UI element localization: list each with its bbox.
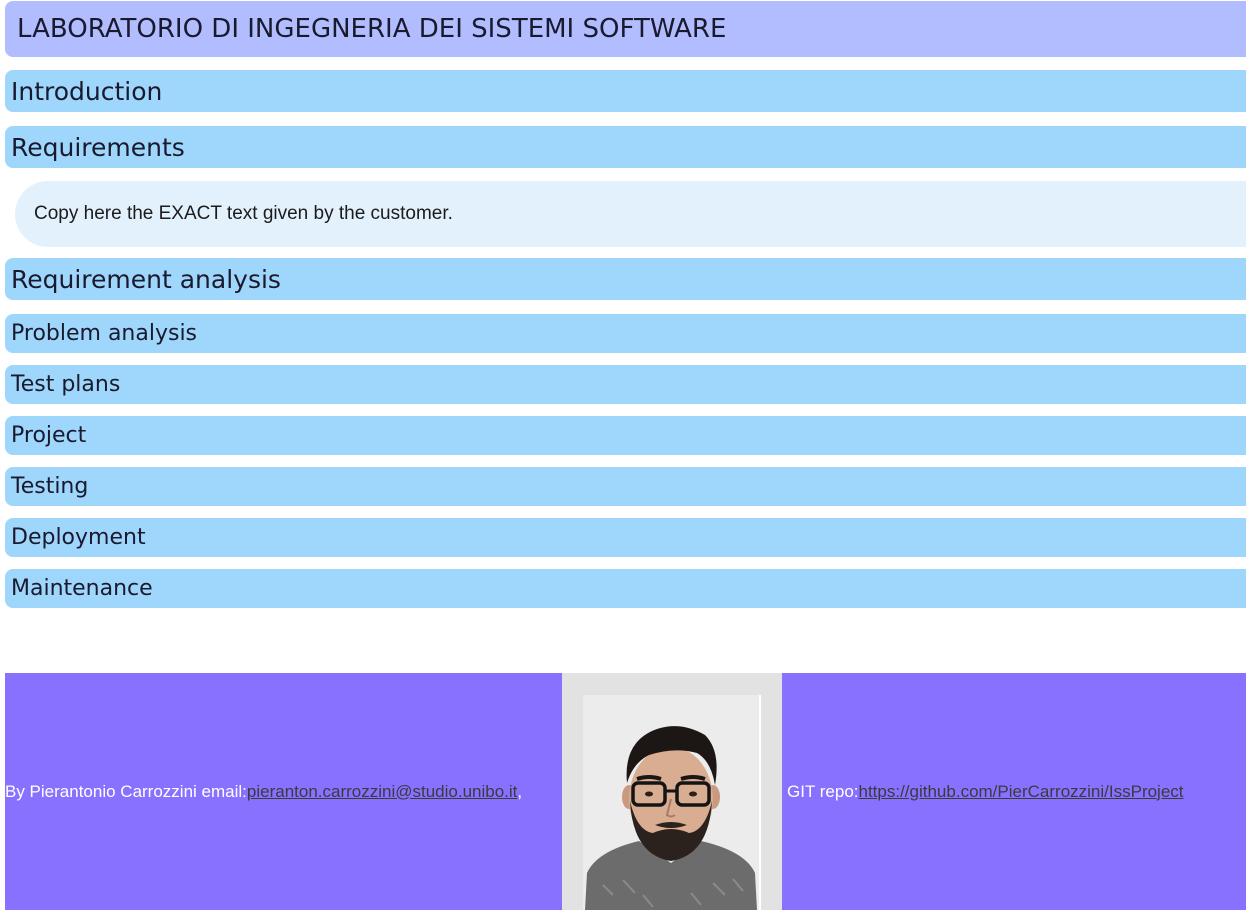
- footer-author-info: By Pierantonio Carrozzini email: pierant…: [5, 673, 562, 910]
- git-repo-link[interactable]: https://github.com/PierCarrozzini/IssPro…: [859, 782, 1184, 802]
- section-testing[interactable]: Testing: [5, 467, 1246, 506]
- footer: By Pierantonio Carrozzini email: pierant…: [5, 673, 1246, 910]
- section-project[interactable]: Project: [5, 416, 1246, 455]
- author-portrait-icon: [583, 695, 761, 910]
- section-maintenance[interactable]: Maintenance: [5, 569, 1246, 608]
- section-problem-analysis[interactable]: Problem analysis: [5, 314, 1246, 353]
- section-test-plans[interactable]: Test plans: [5, 365, 1246, 404]
- section-requirements[interactable]: Requirements: [5, 126, 1246, 168]
- email-link[interactable]: pieranton.carrozzini@studio.unibo.it: [247, 782, 518, 802]
- requirements-text-box: Copy here the EXACT text given by the cu…: [15, 181, 1246, 247]
- email-suffix: ,: [517, 781, 523, 801]
- git-label: GIT repo:: [787, 781, 859, 801]
- photo-cell: [562, 673, 782, 910]
- section-requirement-analysis[interactable]: Requirement analysis: [5, 258, 1246, 300]
- author-label: By Pierantonio Carrozzini email:: [5, 781, 247, 801]
- section-deployment[interactable]: Deployment: [5, 518, 1246, 557]
- footer-git-info: GIT repo: https://github.com/PierCarrozz…: [782, 673, 1246, 910]
- author-photo: [583, 695, 761, 910]
- section-introduction[interactable]: Introduction: [5, 70, 1246, 112]
- page-title: LABORATORIO DI INGEGNERIA DEI SISTEMI SO…: [5, 1, 1246, 57]
